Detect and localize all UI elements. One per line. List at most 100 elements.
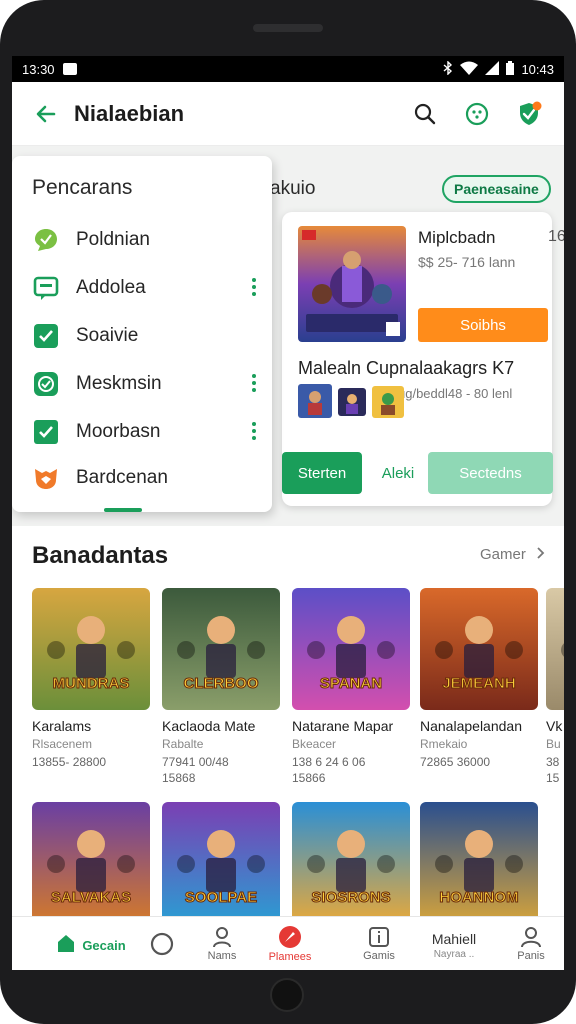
game-art: MUNDRAS xyxy=(32,588,150,710)
start-button[interactable]: Sterten xyxy=(282,452,362,494)
bluetooth-icon xyxy=(443,59,453,78)
game-tile[interactable]: MUNDRAS Karalams Rlsacenem 13855- 28800 xyxy=(32,588,152,771)
nav-label: Gamis xyxy=(363,950,395,962)
featured-thumbnail[interactable] xyxy=(298,384,332,418)
app-bar: Nialaebian xyxy=(12,82,564,146)
drawer-item-bardcenan[interactable]: Bardcenan xyxy=(12,456,272,500)
side-drawer: Pencarans Poldnian Addolea Soaivie Meskm… xyxy=(12,156,272,512)
back-button[interactable] xyxy=(24,92,68,136)
recommend-badge[interactable]: Paeneasaine xyxy=(442,175,551,203)
featured-meta: $$ 25- 716 lann xyxy=(418,254,516,270)
game-art: HOANNOM xyxy=(420,802,538,924)
drawer-item-soaivie[interactable]: Soaivie xyxy=(12,314,272,358)
signal-icon xyxy=(485,60,500,78)
game-stats: 38 xyxy=(546,755,560,769)
game-downloads: 15 xyxy=(546,771,560,785)
section-title: Banadantas xyxy=(32,542,169,569)
gamepad-icon xyxy=(465,102,489,125)
see-more-link[interactable]: Gamer xyxy=(480,546,546,563)
nav-sublabel: Nayraa .. xyxy=(433,948,475,960)
notification-icon xyxy=(62,63,77,75)
nav-item-plamees[interactable]: Plamees xyxy=(264,917,316,970)
earpiece xyxy=(253,24,323,32)
featured-subtitle: Malealn Cupnalaakagrs K7 xyxy=(298,358,515,378)
more-vert-icon[interactable] xyxy=(250,278,258,298)
drawer-item-moorbasn[interactable]: Moorbasn xyxy=(12,410,272,454)
drawer-scroll-indicator xyxy=(104,508,142,512)
drawer-item-label: Meskmsin xyxy=(76,373,162,394)
account-icon xyxy=(521,927,541,948)
game-name: Natarane Mapar xyxy=(292,718,394,734)
game-name: Nanalapelandan xyxy=(420,718,522,734)
drawer-item-addolea[interactable]: Addolea xyxy=(12,266,272,310)
more-vert-icon[interactable] xyxy=(250,422,258,442)
game-art: SOOLPAE xyxy=(162,802,280,924)
nav-item-circle[interactable] xyxy=(142,917,182,970)
nav-label: Mahiell xyxy=(431,930,477,947)
nav-item-nams[interactable]: Nams xyxy=(196,917,248,970)
shield-check-icon xyxy=(520,101,542,125)
drawer-item-meskmsin[interactable]: Meskmsin xyxy=(12,362,272,406)
message-square-icon xyxy=(32,274,60,302)
svg-text:HOANNOM: HOANNOM xyxy=(439,889,518,906)
featured-count: 16 xyxy=(548,228,564,245)
status-bar: 13:30 10:43 xyxy=(12,56,564,82)
status-time-right: 10:43 xyxy=(521,61,554,77)
nav-item-panis[interactable]: Panis xyxy=(506,917,556,970)
shield-button[interactable] xyxy=(510,95,548,133)
game-tile[interactable]: HOANNOM xyxy=(420,802,540,932)
game-art: CLERBOO xyxy=(162,588,280,710)
featured-thumbnail[interactable] xyxy=(338,388,366,416)
game-tile[interactable]: SOOLPAE xyxy=(162,802,282,932)
game-tile[interactable]: CLERBOO Kaclaoda Mate Rabalte 77941 00/48 15… xyxy=(162,588,282,785)
game-tile[interactable]: SALVAKAS xyxy=(32,802,152,932)
drawer-item-poldnian[interactable]: Poldnian xyxy=(12,218,272,262)
nav-item-mahiell[interactable]: Mahiell Nayraa .. xyxy=(416,917,492,970)
arrow-left-icon xyxy=(36,105,56,122)
search-button[interactable] xyxy=(406,95,444,133)
svg-text:CLERBOO: CLERBOO xyxy=(184,675,259,692)
category-heading: akuio xyxy=(270,178,316,199)
game-art: SPANAN xyxy=(292,588,410,710)
game-name: Vk xyxy=(546,718,563,734)
game-name: Karalams xyxy=(32,718,92,734)
featured-thumbnail[interactable] xyxy=(372,386,404,418)
drawer-item-label: Addolea xyxy=(76,277,146,298)
game-stats: 13855- 28800 xyxy=(32,755,107,769)
game-art: SALVAKAS xyxy=(32,802,150,924)
battery-icon xyxy=(506,60,515,78)
screen: 13:30 10:43 Nialaebian akuio Paeneasaine… xyxy=(12,56,564,970)
game-developer: Bkeacer xyxy=(292,737,337,751)
home-button[interactable] xyxy=(270,978,304,1012)
nav-label: Panis xyxy=(517,950,545,962)
game-stats: 138 6 24 6 06 xyxy=(292,755,366,769)
more-vert-icon[interactable] xyxy=(250,374,258,394)
nav-label: Plamees xyxy=(268,951,312,963)
sections-button[interactable]: Sectedns xyxy=(428,452,553,494)
game-downloads: 15868 xyxy=(162,771,196,785)
check-box-icon xyxy=(32,322,60,350)
nav-label: Gecain xyxy=(82,937,126,953)
game-tile[interactable]: Vk Bu 38 15 xyxy=(546,588,564,785)
game-stats: 72865 36000 xyxy=(420,755,491,769)
check-circle-icon xyxy=(32,370,60,398)
game-developer: Rabalte xyxy=(162,737,204,751)
nav-item-gamis[interactable]: Gamis xyxy=(354,917,404,970)
drawer-title: Pencarans xyxy=(32,176,133,199)
fox-badge-icon xyxy=(32,464,60,492)
page-title: Nialaebian xyxy=(74,100,185,126)
game-downloads: 15866 xyxy=(292,771,326,785)
game-tile[interactable]: SPANAN Natarane Mapar Bkeacer 138 6 24 6 06… xyxy=(292,588,412,785)
game-name: Kaclaoda Mate xyxy=(162,718,256,734)
phone-frame: 13:30 10:43 Nialaebian akuio Paeneasaine… xyxy=(0,0,576,1024)
app-bar-actions xyxy=(406,95,548,133)
gamepad-button[interactable] xyxy=(458,95,496,133)
game-tile[interactable]: SIOSRONS xyxy=(292,802,412,932)
game-tile[interactable]: JEMEANH Nanalapelandan Rmekaio 72865 36000 xyxy=(420,588,540,771)
tab-link[interactable]: Aleki xyxy=(368,452,428,494)
svg-text:SALVAKAS: SALVAKAS xyxy=(51,889,131,906)
install-button[interactable]: Soibhs xyxy=(418,308,548,342)
svg-text:MUNDRAS: MUNDRAS xyxy=(53,675,130,692)
wifi-icon xyxy=(460,61,479,78)
nav-item-home[interactable]: Gecain xyxy=(46,917,136,970)
